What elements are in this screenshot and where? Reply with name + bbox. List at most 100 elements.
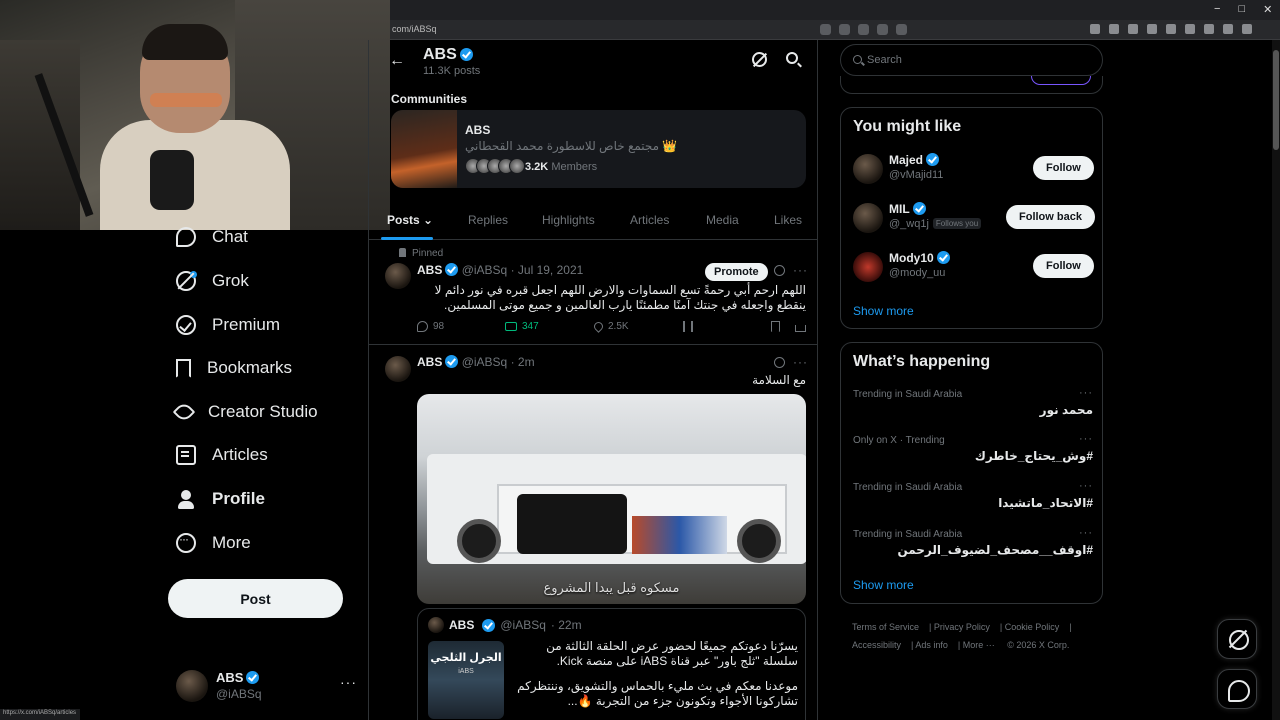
- zoom-icon[interactable]: [839, 24, 850, 35]
- views-button[interactable]: [683, 321, 693, 332]
- extension-icon[interactable]: [1185, 24, 1195, 34]
- account-menu-icon[interactable]: ···: [340, 674, 357, 690]
- follow-back-button[interactable]: Follow back: [1006, 205, 1095, 229]
- post-button[interactable]: Post: [168, 579, 343, 618]
- share-button[interactable]: [795, 321, 806, 332]
- nav-more[interactable]: More: [176, 528, 251, 558]
- footer-link-ads[interactable]: Ads info: [915, 640, 948, 650]
- close-button[interactable]: ✕: [1263, 3, 1272, 16]
- menu-icon[interactable]: [1242, 24, 1252, 34]
- rocket-icon: [172, 400, 196, 424]
- maximize-button[interactable]: □: [1238, 3, 1245, 16]
- follow-button[interactable]: Follow: [1033, 254, 1094, 278]
- footer-link-more[interactable]: More ···: [963, 640, 995, 650]
- verified-badge-icon: [445, 355, 459, 368]
- more-icon[interactable]: ···: [1079, 527, 1093, 539]
- grok-icon[interactable]: [752, 52, 767, 67]
- nav-premium[interactable]: Premium: [176, 310, 280, 340]
- nav-creator-studio[interactable]: Creator Studio: [172, 397, 318, 427]
- show-more-link[interactable]: Show more: [853, 304, 914, 318]
- tab-articles[interactable]: Articles: [630, 213, 669, 227]
- sidebar-icon[interactable]: [1223, 24, 1233, 34]
- tweet-date[interactable]: · Jul 19, 2021: [511, 263, 584, 277]
- repost-button[interactable]: 347: [505, 321, 539, 332]
- trend-context: Trending in Saudi Arabia: [853, 482, 963, 493]
- extension-icon[interactable]: [1128, 24, 1138, 34]
- footer-link-privacy[interactable]: Privacy Policy: [934, 622, 990, 632]
- avatar[interactable]: [853, 252, 883, 282]
- show-more-link[interactable]: Show more: [853, 578, 914, 592]
- extension-icon[interactable]: [1109, 24, 1119, 34]
- avatar[interactable]: [853, 154, 883, 184]
- suggestion-name: Mody10: [889, 251, 950, 265]
- tab-likes[interactable]: Likes: [774, 213, 802, 227]
- bookmark-star-icon[interactable]: [858, 24, 869, 35]
- trend-item[interactable]: Trending in Saudi Arabia ··· محمد نور: [853, 387, 1093, 433]
- tweet-media-image[interactable]: مسكوه قبل يبدا المشروع: [417, 394, 806, 604]
- author-name[interactable]: ABS: [417, 355, 442, 369]
- more-icon: [176, 532, 196, 553]
- tweet-date[interactable]: · 2m: [511, 355, 535, 369]
- quoted-tweet[interactable]: ABS @iABSq · 22m الجرل الثلجي iABS يسرّنا …: [417, 608, 806, 720]
- trend-item[interactable]: Trending in Saudi Arabia ··· #الاتحاد_ما…: [853, 480, 1093, 526]
- more-icon[interactable]: ···: [1079, 480, 1093, 492]
- nav-grok[interactable]: Grok: [176, 266, 249, 296]
- account-switcher[interactable]: ABS @iABSq ···: [176, 666, 356, 706]
- nav-articles[interactable]: Articles: [176, 440, 268, 470]
- search-input[interactable]: Search: [840, 44, 1103, 76]
- grok-floating-button[interactable]: [1217, 619, 1257, 659]
- tab-highlights[interactable]: Highlights: [542, 213, 595, 227]
- search-icon[interactable]: [786, 52, 798, 64]
- scrollbar-thumb[interactable]: [1273, 50, 1279, 150]
- share-icon[interactable]: [820, 24, 831, 35]
- nav-label: Chat: [212, 227, 248, 246]
- follow-button[interactable]: Follow: [1033, 156, 1094, 180]
- more-icon[interactable]: ···: [1079, 387, 1093, 399]
- more-icon[interactable]: ···: [793, 355, 808, 369]
- footer-link-cookies[interactable]: Cookie Policy: [1005, 622, 1060, 632]
- like-button[interactable]: 2.5K: [592, 320, 629, 333]
- trend-item[interactable]: Only on X · Trending ··· #وش_يحتاج_خاطرك: [853, 433, 1093, 479]
- repost-icon: [505, 322, 517, 331]
- quote-date: · 22m: [550, 618, 582, 632]
- download-icon[interactable]: [1204, 24, 1214, 34]
- suggestion-item[interactable]: MIL @_wq1j Follows you Follow back: [853, 201, 1095, 237]
- url-text[interactable]: com/iABSq: [392, 24, 437, 34]
- tweet[interactable]: ABS @iABSq · 2m ··· مع السلامة مسكوه قبل…: [369, 346, 817, 720]
- tab-posts[interactable]: Posts ⌄: [387, 213, 433, 227]
- more-icon[interactable]: ···: [1079, 433, 1093, 445]
- trend-item[interactable]: Trending in Saudi Arabia ··· #اوقف__مصحف…: [853, 527, 1093, 573]
- rewards-icon[interactable]: [896, 24, 907, 35]
- suggestion-item[interactable]: Majed @vMajid11 Follow: [853, 152, 1094, 188]
- grok-icon[interactable]: [774, 265, 785, 276]
- brave-shield-icon[interactable]: [877, 24, 888, 35]
- pinned-tweet[interactable]: Pinned ABS @iABSq · Jul 19, 2021 Promote…: [369, 241, 817, 345]
- footer-link-accessibility[interactable]: Accessibility: [852, 640, 901, 650]
- author-handle[interactable]: @iABSq: [462, 355, 508, 369]
- avatar[interactable]: [385, 356, 411, 382]
- nav-bookmarks[interactable]: Bookmarks: [176, 353, 292, 383]
- reply-button[interactable]: 98: [417, 321, 444, 332]
- more-icon[interactable]: ···: [793, 263, 808, 277]
- back-arrow-icon[interactable]: ←: [389, 52, 405, 70]
- tab-replies[interactable]: Replies: [468, 213, 508, 227]
- author-handle[interactable]: @iABSq: [462, 263, 508, 277]
- avatar[interactable]: [853, 203, 883, 233]
- tab-media[interactable]: Media: [706, 213, 739, 227]
- author-name[interactable]: ABS: [417, 263, 442, 277]
- footer-link-terms[interactable]: Terms of Service: [852, 622, 919, 632]
- avatar[interactable]: [385, 263, 411, 289]
- suggestion-item[interactable]: Mody10 @mody_uu Follow: [853, 250, 1094, 286]
- grok-icon[interactable]: [774, 357, 785, 368]
- bookmark-button[interactable]: [771, 321, 780, 332]
- extension-icon[interactable]: [1147, 24, 1157, 34]
- member-count-label: Members: [551, 161, 598, 173]
- nav-profile[interactable]: Profile: [176, 484, 265, 514]
- minimize-button[interactable]: −: [1214, 3, 1220, 16]
- messages-floating-button[interactable]: [1217, 669, 1257, 709]
- extension-icon[interactable]: [1090, 24, 1100, 34]
- nav-chat[interactable]: Chat: [176, 222, 248, 252]
- extension-icon[interactable]: [1166, 24, 1176, 34]
- community-card[interactable]: ABS مجتمع خاص للاسطورة محمد القحطاني 👑 3…: [391, 110, 806, 188]
- promote-button[interactable]: Promote: [705, 263, 768, 281]
